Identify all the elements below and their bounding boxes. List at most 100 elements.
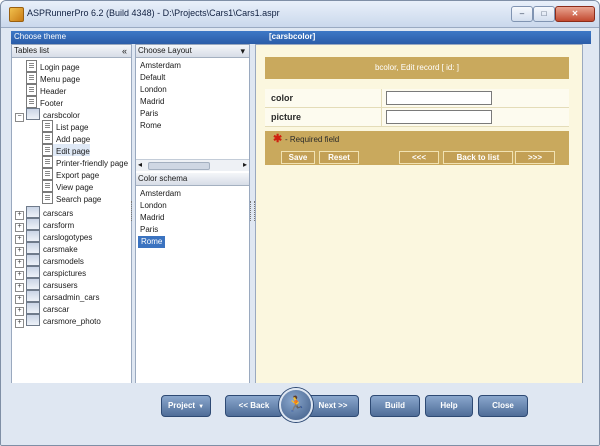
tree-item-label: carspictures xyxy=(43,269,87,278)
run-wizard-icon[interactable]: 🏃 xyxy=(279,388,313,422)
layout-item-paris[interactable]: Paris xyxy=(140,108,158,120)
choose-layout-header[interactable]: Choose Layout ▾ xyxy=(136,45,249,58)
dropdown-arrow-icon[interactable]: ▾ xyxy=(240,45,245,57)
project-button-label: Project xyxy=(167,401,196,410)
schema-item-madrid[interactable]: Madrid xyxy=(140,212,164,224)
next-button[interactable]: Next >> xyxy=(307,395,359,417)
expand-icon[interactable]: + xyxy=(15,319,24,328)
back-to-list-button[interactable]: Back to list xyxy=(443,151,513,164)
tree-item-label: carsmore_photo xyxy=(43,317,101,326)
layout-item-madrid[interactable]: Madrid xyxy=(140,96,164,108)
tree-item-label: carsadmin_cars xyxy=(43,293,100,302)
minimize-button[interactable]: – xyxy=(511,6,533,22)
tree-item-export-page[interactable]: Export page xyxy=(42,168,99,180)
theme-bar: Choose theme [carsbcolor] xyxy=(11,31,591,44)
scroll-right-icon[interactable]: ▸ xyxy=(243,160,247,169)
layout-item-default[interactable]: Default xyxy=(140,72,165,84)
next-record-button[interactable]: >>> xyxy=(515,151,555,164)
close-button[interactable]: Close xyxy=(478,395,528,417)
tree-item-menu-page[interactable]: Menu page xyxy=(26,72,80,84)
schema-item-rome[interactable]: Rome xyxy=(138,236,166,248)
schema-item-paris[interactable]: Paris xyxy=(140,224,158,236)
tree-item-login-page[interactable]: Login page xyxy=(26,60,80,72)
table-icon xyxy=(26,230,40,242)
reset-button[interactable]: Reset xyxy=(319,151,359,164)
back-button[interactable]: << Back xyxy=(225,395,283,417)
tree-item-search-page[interactable]: Search page xyxy=(42,192,101,204)
project-button[interactable]: Project ▼ xyxy=(161,395,211,417)
collapse-panel-icon[interactable]: « xyxy=(122,45,127,57)
tree-item-carsbcolor[interactable]: − carsbcolor xyxy=(15,108,80,122)
color-schema-title: Color schema xyxy=(138,174,188,183)
tree-item-label: Menu page xyxy=(40,75,81,84)
tree-item-carslogotypes[interactable]: + carslogotypes xyxy=(15,230,92,244)
scroll-left-icon[interactable]: ◂ xyxy=(138,160,142,169)
tree-item-edit-page[interactable]: Edit page xyxy=(42,144,90,156)
field-row-picture: picture xyxy=(265,108,569,127)
table-icon xyxy=(26,218,40,230)
layout-item-amsterdam[interactable]: Amsterdam xyxy=(140,60,181,72)
table-icon xyxy=(26,302,40,314)
schema-item-amsterdam[interactable]: Amsterdam xyxy=(140,188,181,200)
tree-item-label: carsform xyxy=(43,221,75,230)
field-label-color: color xyxy=(271,93,294,103)
page-icon xyxy=(42,120,53,132)
layout-horizontal-scrollbar[interactable]: ◂ ▸ xyxy=(136,159,249,171)
wizard-nav-bar: Project ▼ << Back Next >> 🏃 Build Help Cl… xyxy=(1,383,599,445)
picture-input[interactable] xyxy=(386,110,492,124)
save-button[interactable]: Save xyxy=(281,151,315,164)
choose-theme-label: Choose theme xyxy=(14,32,67,41)
required-star-icon: ✱ xyxy=(273,133,283,145)
tree-item-label: Export page xyxy=(56,171,100,180)
tree-item-carsmake[interactable]: + carsmake xyxy=(15,242,78,256)
table-icon xyxy=(26,206,40,218)
tree-item-label: Search page xyxy=(56,195,102,204)
tree-item-footer[interactable]: Footer xyxy=(26,96,63,108)
tree-item-carsusers[interactable]: + carsusers xyxy=(15,278,78,292)
edit-page-icon xyxy=(42,144,53,156)
table-icon xyxy=(26,254,40,266)
layout-item-rome[interactable]: Rome xyxy=(140,120,161,132)
close-window-button[interactable]: ✕ xyxy=(555,6,595,22)
help-button[interactable]: Help xyxy=(425,395,473,417)
page-icon xyxy=(42,180,53,192)
tree-item-carscar[interactable]: + carscar xyxy=(15,302,70,316)
page-icon xyxy=(26,72,37,84)
tree-item-carsmodels[interactable]: + carsmodels xyxy=(15,254,84,268)
tree-item-view-page[interactable]: View page xyxy=(42,180,93,192)
tree-item-label: carsmodels xyxy=(43,257,84,266)
table-icon xyxy=(26,314,40,326)
tree-item-list-page[interactable]: List page xyxy=(42,120,88,132)
tree-item-label: Footer xyxy=(40,99,64,108)
app-icon xyxy=(9,7,24,22)
table-icon xyxy=(26,290,40,302)
tree-item-label: Edit page xyxy=(56,147,90,156)
tree-item-carspictures[interactable]: + carspictures xyxy=(15,266,87,280)
build-button[interactable]: Build xyxy=(370,395,420,417)
tree-item-header[interactable]: Header xyxy=(26,84,66,96)
tree-item-printer-page[interactable]: Printer-friendly page xyxy=(42,156,128,168)
tree-item-add-page[interactable]: Add page xyxy=(42,132,90,144)
table-icon xyxy=(26,278,40,290)
prev-record-button[interactable]: <<< xyxy=(399,151,439,164)
field-separator xyxy=(381,108,382,126)
tree-item-label: carscar xyxy=(43,305,70,314)
field-separator xyxy=(381,89,382,107)
tree-item-carsmore-photo[interactable]: + carsmore_photo xyxy=(15,314,101,328)
field-label-picture: picture xyxy=(271,112,302,122)
layout-item-london[interactable]: London xyxy=(140,84,167,96)
required-field-note: - Required field xyxy=(285,135,340,144)
tree-item-label: List page xyxy=(56,123,89,132)
color-input[interactable] xyxy=(386,91,492,105)
form-footer: ✱ - Required field Save Reset <<< Back t… xyxy=(265,131,569,165)
tree-item-label: carscars xyxy=(43,209,74,218)
tables-list-header: Tables list « xyxy=(12,45,131,58)
tree-item-carscars[interactable]: + carscars xyxy=(15,206,74,220)
color-schema-header: Color schema xyxy=(136,173,249,186)
tree-item-carsform[interactable]: + carsform xyxy=(15,218,75,232)
tree-item-carsadmin-cars[interactable]: + carsadmin_cars xyxy=(15,290,100,304)
scroll-thumb[interactable] xyxy=(148,162,210,170)
collapse-icon[interactable]: − xyxy=(15,113,24,122)
schema-item-london[interactable]: London xyxy=(140,200,167,212)
maximize-button[interactable]: □ xyxy=(533,6,555,22)
